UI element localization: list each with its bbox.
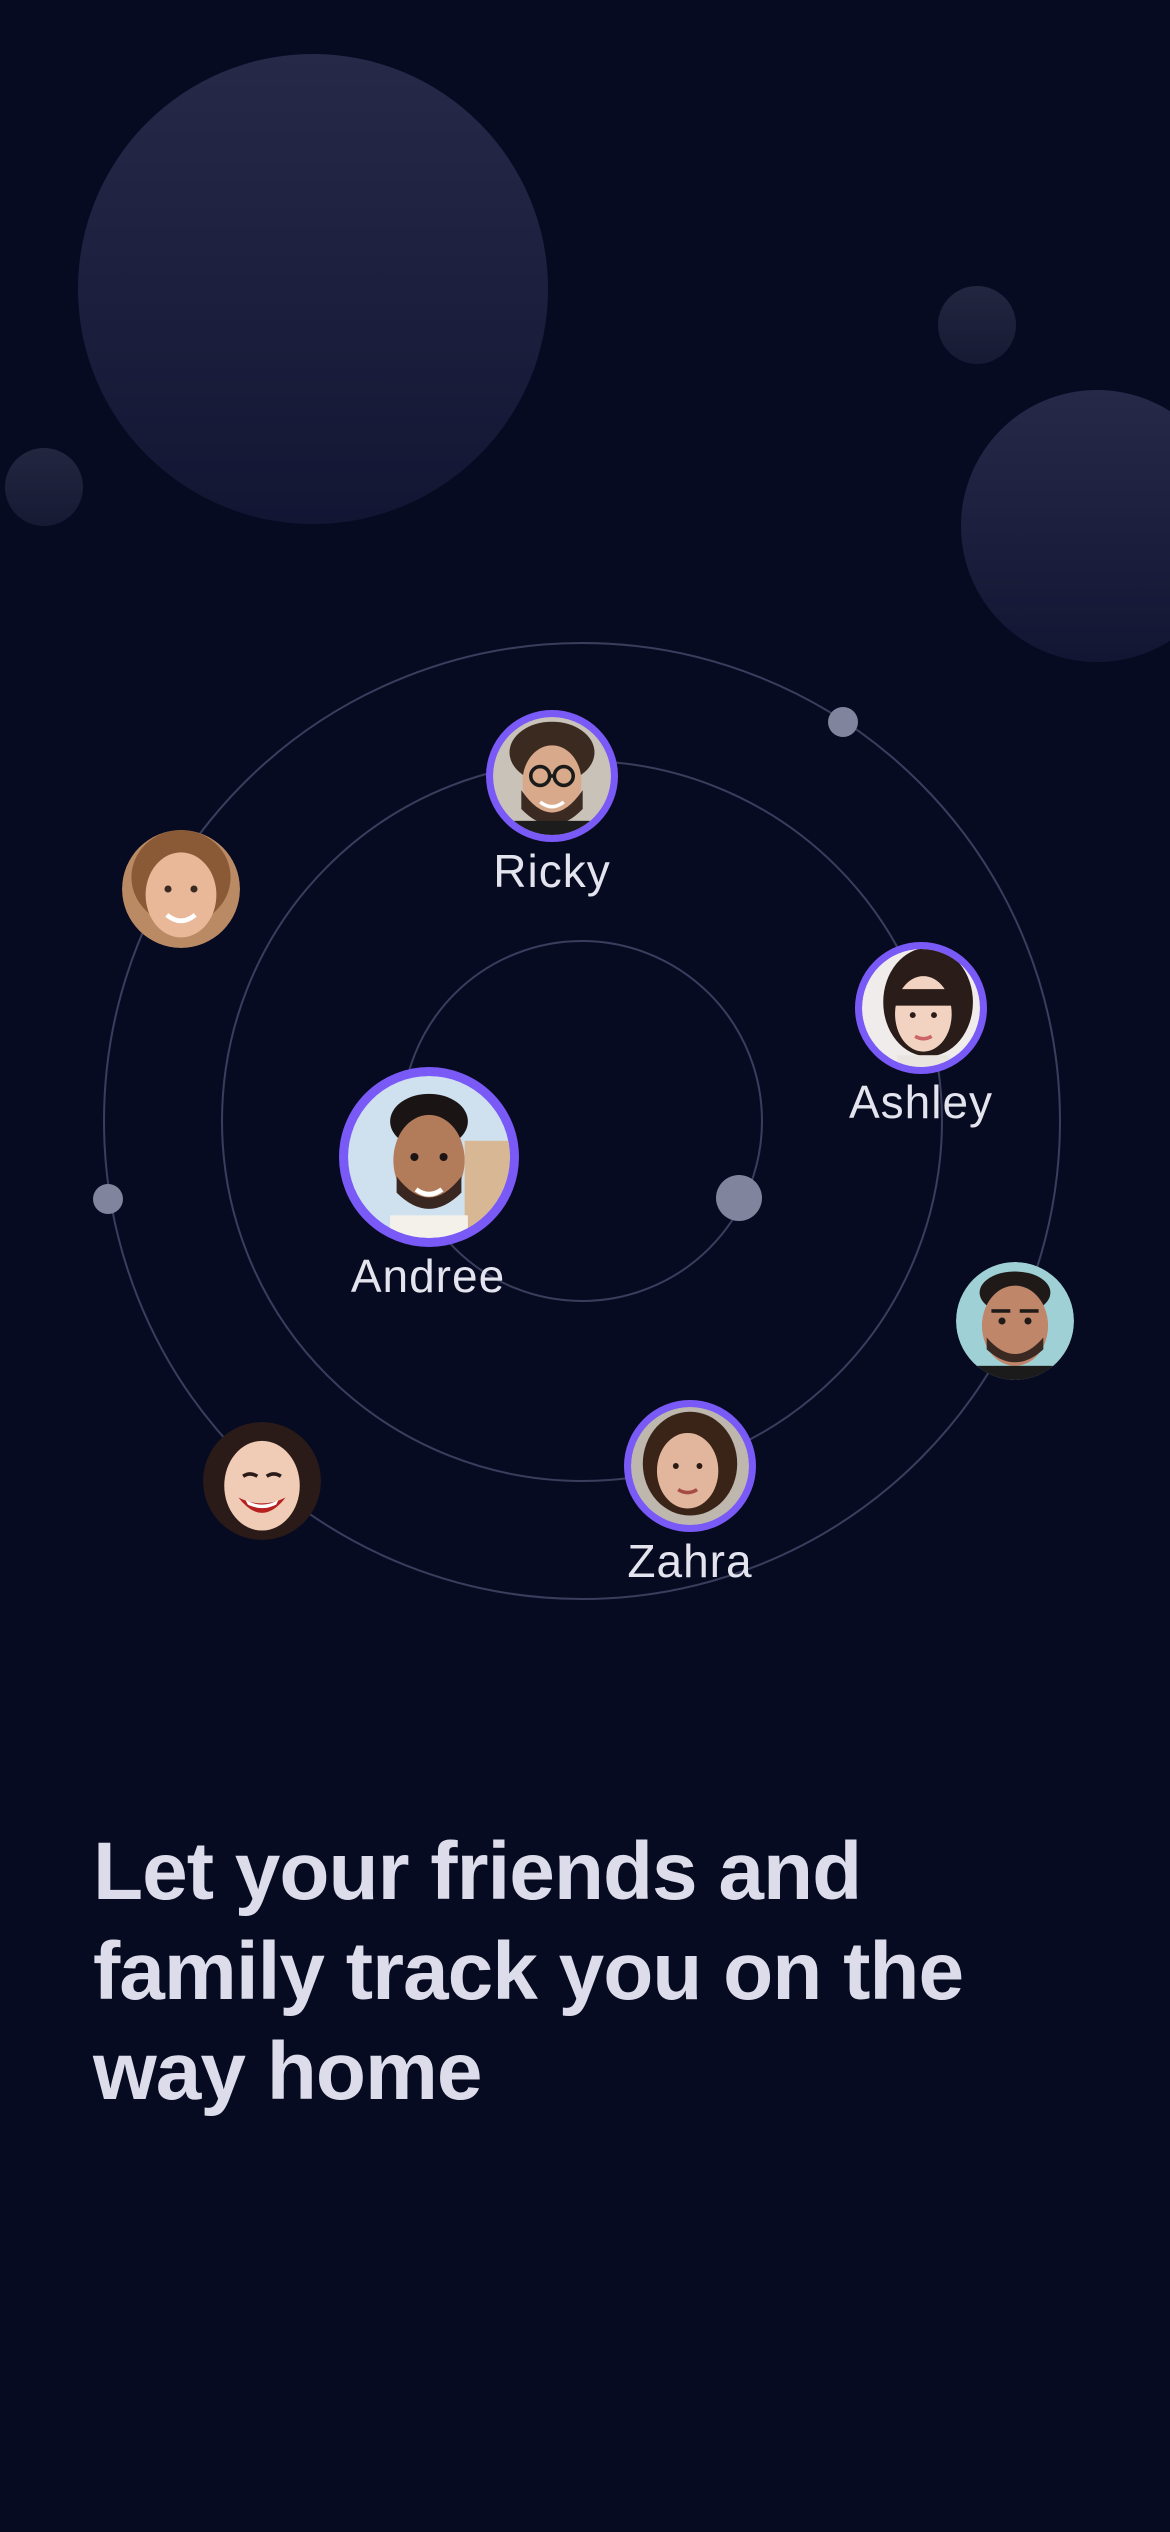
avatar-friend-top-left[interactable] (122, 830, 240, 948)
ricky-photo (493, 717, 611, 835)
avatar-zahra[interactable] (624, 1400, 756, 1532)
avatar-ashley[interactable] (855, 942, 987, 1074)
headline-line-3: way home (93, 2026, 482, 2117)
avatar-andree[interactable] (339, 1067, 519, 1247)
orbit-dot-left (93, 1184, 123, 1214)
headline-line-2: family track you on the (93, 1926, 964, 2017)
name-label-andree: Andree (350, 1250, 506, 1302)
headline-line-1: Let your friends and (93, 1826, 862, 1917)
avatar-ricky[interactable] (486, 710, 618, 842)
friend-bottom-left-photo (203, 1422, 321, 1540)
friend-right-photo (956, 1262, 1074, 1380)
orbit-dot-top-right (828, 707, 858, 737)
avatar-friend-bottom-left[interactable] (203, 1422, 321, 1540)
avatar-friend-right[interactable] (956, 1262, 1074, 1380)
name-label-ashley: Ashley (848, 1076, 994, 1128)
name-label-ricky: Ricky (493, 845, 611, 897)
zahra-photo (631, 1407, 749, 1525)
name-label-zahra: Zahra (627, 1535, 753, 1587)
headline: Let your friends and family track you on… (93, 1822, 1093, 2122)
onboarding-screen: Ricky Ashley Andree Zahra Let your frien… (0, 0, 1170, 2532)
andree-photo (348, 1076, 510, 1238)
ashley-photo (862, 949, 980, 1067)
friend-top-left-photo (122, 830, 240, 948)
orbit-dot-inner (716, 1175, 762, 1221)
